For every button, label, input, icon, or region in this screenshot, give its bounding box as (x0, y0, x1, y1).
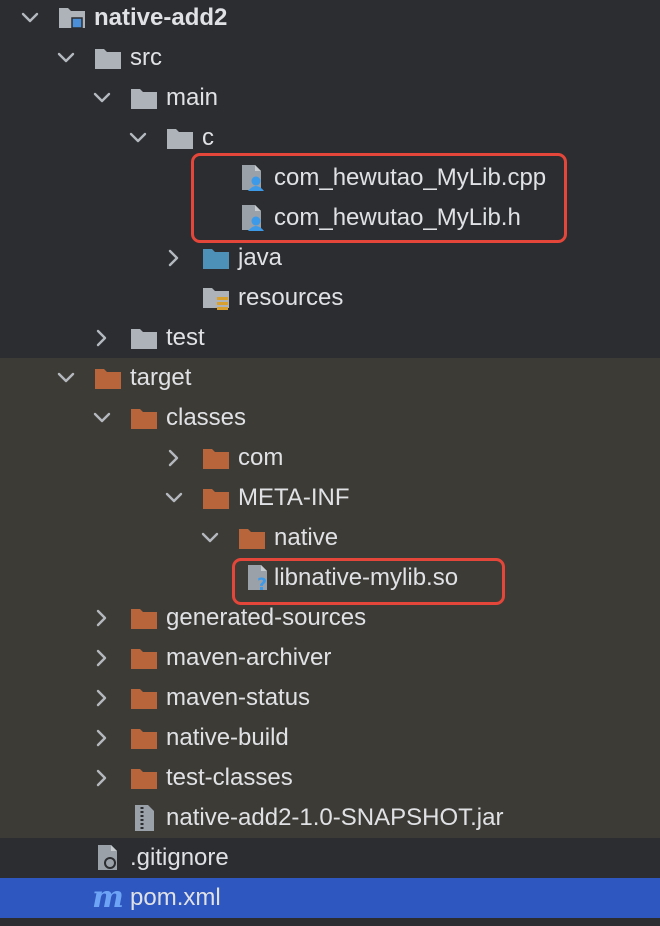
tree-item-test[interactable]: test (0, 318, 660, 358)
resources-folder-icon (202, 285, 230, 311)
tree-item-label: java (238, 244, 283, 271)
excluded-folder-icon (130, 765, 158, 791)
tree-item-src[interactable]: src (0, 38, 660, 78)
tree-item-classes[interactable]: classes (0, 398, 660, 438)
chevron-down-icon[interactable] (91, 407, 113, 429)
chevron-right-icon[interactable] (91, 687, 113, 709)
tree-item-meta-inf[interactable]: META-INF (0, 478, 660, 518)
tree-item-label: maven-archiver (166, 644, 332, 671)
excluded-folder-icon (94, 365, 122, 391)
chevron-down-icon[interactable] (19, 7, 41, 29)
tree-item-test-classes[interactable]: test-classes (0, 758, 660, 798)
tree-item-label: test (166, 324, 205, 351)
tree-item-label: src (130, 44, 162, 71)
tree-item-com[interactable]: com (0, 438, 660, 478)
highlight-box-native-lib (232, 558, 505, 605)
excluded-folder-icon (130, 685, 158, 711)
jar-file-icon (130, 805, 158, 831)
tree-item-label: maven-status (166, 684, 311, 711)
tree-item-label: target (130, 364, 192, 391)
chevron-right-icon[interactable] (91, 767, 113, 789)
chevron-right-icon[interactable] (91, 607, 113, 629)
tree-item-native-add2[interactable]: native-add2 (0, 0, 660, 38)
chevron-right-icon[interactable] (163, 247, 185, 269)
chevron-down-icon[interactable] (55, 47, 77, 69)
maven-pom-icon: m (92, 880, 124, 915)
tree-item-label: native-add2-1.0-SNAPSHOT.jar (166, 804, 504, 831)
chevron-down-icon[interactable] (199, 527, 221, 549)
tree-item-gitignore[interactable]: .gitignore (0, 838, 660, 878)
excluded-folder-icon (130, 725, 158, 751)
tree-item-label: test-classes (166, 764, 293, 791)
excluded-folder-icon (202, 485, 230, 511)
tree-item-target[interactable]: target (0, 358, 660, 398)
folder-icon (94, 45, 122, 71)
chevron-down-icon[interactable] (55, 367, 77, 389)
folder-icon (130, 325, 158, 351)
tree-item-label: native-add2 (94, 4, 228, 31)
tree-item-native[interactable]: native (0, 518, 660, 558)
tree-item-maven-archiver[interactable]: maven-archiver (0, 638, 660, 678)
tree-item-label: main (166, 84, 219, 111)
tree-item-label: native (274, 524, 339, 551)
chevron-right-icon[interactable] (91, 647, 113, 669)
tree-item-label: native-build (166, 724, 289, 751)
source-folder-icon (202, 245, 230, 271)
excluded-folder-icon (130, 605, 158, 631)
chevron-right-icon[interactable] (163, 447, 185, 469)
tree-item-label: .gitignore (130, 844, 229, 871)
tree-item-label: resources (238, 284, 344, 311)
tree-item-native-build[interactable]: native-build (0, 718, 660, 758)
project-tree[interactable]: native-add2 src main c com_hewutao_MyLib.cpp… (0, 0, 660, 926)
tree-item-pom-xml[interactable]: m pom.xml (0, 878, 660, 918)
tree-item-maven-status[interactable]: maven-status (0, 678, 660, 718)
chevron-down-icon[interactable] (163, 487, 185, 509)
excluded-folder-icon (130, 405, 158, 431)
tree-item-resources[interactable]: resources (0, 278, 660, 318)
tree-item-native-add2-1-0-snapshot-jar[interactable]: native-add2-1.0-SNAPSHOT.jar (0, 798, 660, 838)
tree-item-java[interactable]: java (0, 238, 660, 278)
tree-item-label: classes (166, 404, 247, 431)
excluded-folder-icon (130, 645, 158, 671)
folder-icon (130, 85, 158, 111)
chevron-down-icon[interactable] (91, 87, 113, 109)
chevron-right-icon[interactable] (91, 327, 113, 349)
chevron-right-icon[interactable] (91, 727, 113, 749)
excluded-folder-icon (202, 445, 230, 471)
highlight-box-c-sources (191, 153, 567, 243)
gitignore-file-icon (94, 845, 122, 871)
tree-item-c[interactable]: c (0, 118, 660, 158)
tree-item-label: com (238, 444, 284, 471)
folder-icon (166, 125, 194, 151)
tree-item-label: c (202, 124, 214, 151)
tree-item-label: META-INF (238, 484, 350, 511)
tree-item-main[interactable]: main (0, 78, 660, 118)
excluded-folder-icon (238, 525, 266, 551)
tree-item-label: pom.xml (130, 884, 221, 911)
module-folder-icon (58, 5, 86, 31)
chevron-down-icon[interactable] (127, 127, 149, 149)
